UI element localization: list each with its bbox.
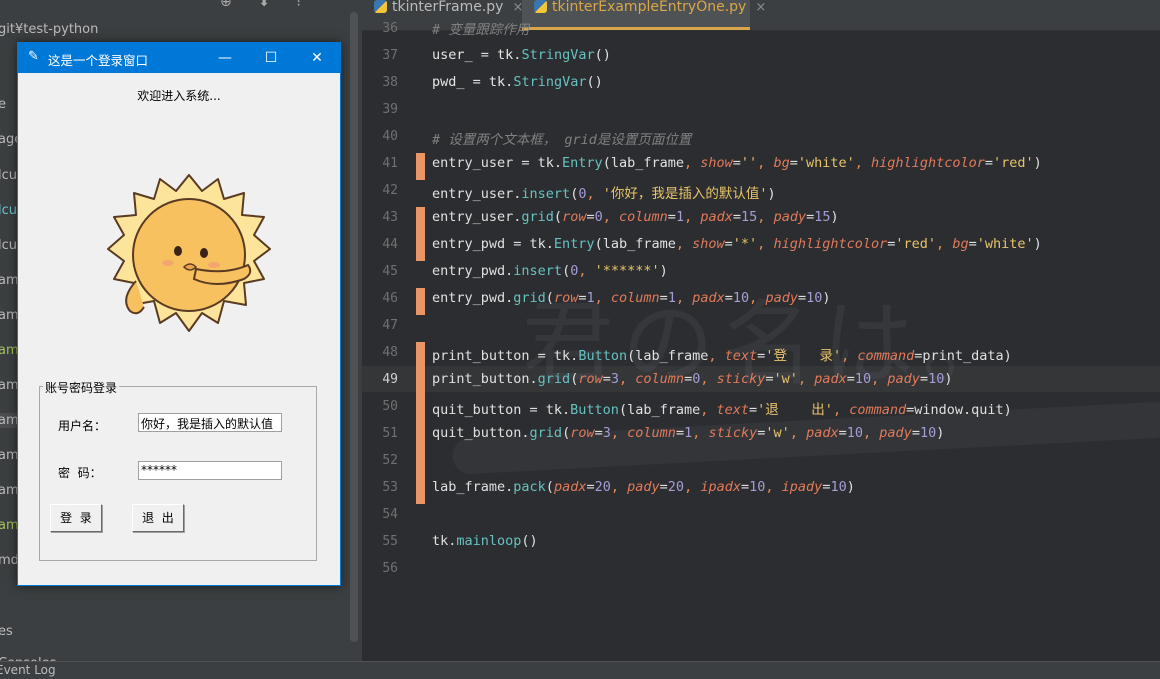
tab-label: tkinterFrame.py — [392, 0, 504, 15]
line-number: 37 — [382, 48, 398, 63]
code-line-42[interactable]: entry_user.insert(0, '你好，我是插入的默认值') — [432, 182, 776, 202]
line-number: 41 — [382, 156, 398, 171]
code-editor[interactable]: 君の名は。 tkinterFrame.py × tkinterExampleEnt… — [362, 0, 1160, 678]
project-scrollbar[interactable] — [350, 12, 358, 642]
code-comment: # 变量跟踪作用 — [432, 22, 530, 38]
password-label: 密 码： — [58, 466, 102, 480]
project-root[interactable]: git¥test-python — [0, 22, 98, 37]
settings-icon[interactable]: ⁝ — [296, 0, 300, 10]
project-tree-item[interactable]: am — [0, 413, 19, 428]
modified-line-marker — [416, 342, 425, 369]
tk-login-window: ✎ 这是一个登录窗口 — ☐ ✕ 欢迎进入系统... 账号密码登录 用户名： 你… — [17, 42, 341, 586]
code-line-37[interactable]: user_ = tk.StringVar() — [432, 47, 611, 63]
line-number: 50 — [382, 399, 398, 414]
tab-label: tkinterExampleEntryOne.py — [552, 0, 747, 15]
code-line-43[interactable]: entry_user.grid(row=0, column=1, padx=15… — [432, 209, 839, 225]
labelframe-title: 账号密码登录 — [43, 379, 120, 396]
modified-line-marker — [416, 288, 425, 315]
code-line-38[interactable]: pwd_ = tk.StringVar() — [432, 74, 603, 90]
project-tree-item[interactable]: am — [0, 483, 19, 498]
project-tree-item[interactable]: lcu — [0, 238, 17, 253]
feather-icon: ✎ — [28, 49, 39, 64]
collapse-icon[interactable]: ⬍ — [258, 0, 270, 10]
project-tree-item[interactable]: am — [0, 378, 19, 393]
line-number: 38 — [382, 75, 398, 90]
project-toolbar: ⊕ ⬍ ⁝ — [220, 0, 323, 10]
code-line-55[interactable]: tk.mainloop() — [432, 533, 538, 549]
project-tree-item[interactable]: am — [0, 448, 19, 463]
python-file-icon — [534, 0, 547, 13]
code-line-48[interactable]: print_button = tk.Button(lab_frame, text… — [432, 344, 1012, 364]
modified-line-marker — [416, 207, 425, 234]
login-button[interactable]: 登 录 — [50, 504, 102, 532]
username-entry[interactable]: 你好，我是插入的默认值 — [138, 413, 282, 432]
maximize-button[interactable]: ☐ — [248, 43, 294, 73]
line-number: 56 — [382, 561, 398, 576]
line-number-gutter: 36 37 38 39 40 41 42 43 44 45 46 47 48 49 50 51 52 53 54 55… — [362, 21, 430, 678]
line-number: 36 — [382, 21, 398, 36]
bottom-tool-strip: Event Log — [0, 661, 1160, 679]
modified-line-marker — [416, 369, 425, 396]
username-label: 用户名： — [58, 419, 107, 433]
code-line-51[interactable]: quit_button.grid(row=3, column=1, sticky… — [432, 425, 944, 441]
project-tree-item[interactable]: am — [0, 308, 19, 323]
modified-line-marker — [416, 423, 425, 450]
welcome-label: 欢迎进入系统... — [137, 89, 221, 103]
window-titlebar[interactable]: ✎ 这是一个登录窗口 — ☐ ✕ — [18, 43, 340, 73]
code-line-49[interactable]: print_button.grid(row=3, column=0, stick… — [432, 371, 952, 387]
line-number: 48 — [382, 345, 398, 360]
modified-line-marker — [416, 450, 425, 477]
line-number: 52 — [382, 453, 398, 468]
project-tree-item[interactable]: e — [0, 97, 6, 112]
project-tree-item[interactable]: am — [0, 343, 19, 358]
python-file-icon — [374, 0, 387, 13]
project-tree-item[interactable]: lcu — [0, 168, 17, 183]
password-entry[interactable]: ****** — [138, 461, 282, 480]
project-tree-item[interactable]: am — [0, 273, 19, 288]
tab-tkinterExampleEntryOne[interactable]: tkinterExampleEntryOne.py × — [522, 0, 766, 30]
window-title: 这是一个登录窗口 — [48, 53, 149, 68]
code-line-44[interactable]: entry_pwd = tk.Entry(lab_frame, show='*'… — [432, 236, 1042, 252]
modified-line-marker — [416, 477, 425, 504]
code-line-36[interactable]: # 变量跟踪作用 — [432, 18, 529, 38]
target-icon[interactable]: ⊕ — [220, 0, 232, 10]
modified-line-marker — [416, 234, 425, 261]
project-tree-item[interactable]: es — [0, 624, 13, 639]
code-line-45[interactable]: entry_pwd.insert(0, '******') — [432, 263, 668, 279]
code-line-50[interactable]: quit_button = tk.Button(lab_frame, text=… — [432, 398, 1012, 418]
sun-mascot-image — [107, 174, 271, 332]
line-number: 43 — [382, 210, 398, 225]
line-number: 54 — [382, 507, 398, 522]
line-number: 51 — [382, 426, 398, 441]
code-line-41[interactable]: entry_user = tk.Entry(lab_frame, show=''… — [432, 155, 1042, 171]
line-number: 46 — [382, 291, 398, 306]
minimize-button[interactable]: — — [202, 43, 248, 73]
line-number: 40 — [382, 129, 398, 144]
close-button[interactable]: ✕ — [294, 43, 340, 73]
event-log-tab[interactable]: Event Log — [0, 663, 56, 677]
line-number: 55 — [382, 534, 398, 549]
code-line-46[interactable]: entry_pwd.grid(row=1, column=1, padx=10,… — [432, 290, 831, 306]
modified-line-marker — [416, 153, 425, 180]
line-number: 44 — [382, 237, 398, 252]
line-number: 47 — [382, 318, 398, 333]
code-line-40[interactable]: # 设置两个文本框， grid是设置页面位置 — [432, 128, 691, 148]
line-number: 39 — [382, 102, 398, 117]
line-number: 42 — [382, 183, 398, 198]
line-number: 49 — [382, 372, 398, 387]
modified-line-marker — [416, 396, 425, 423]
code-line-53[interactable]: lab_frame.pack(padx=20, pady=20, ipadx=1… — [432, 479, 855, 495]
quit-button[interactable]: 退 出 — [132, 504, 184, 532]
close-tab-icon[interactable]: × — [755, 0, 766, 15]
project-tree-item[interactable]: lcu — [0, 203, 17, 218]
line-number: 53 — [382, 480, 398, 495]
line-number: 45 — [382, 264, 398, 279]
